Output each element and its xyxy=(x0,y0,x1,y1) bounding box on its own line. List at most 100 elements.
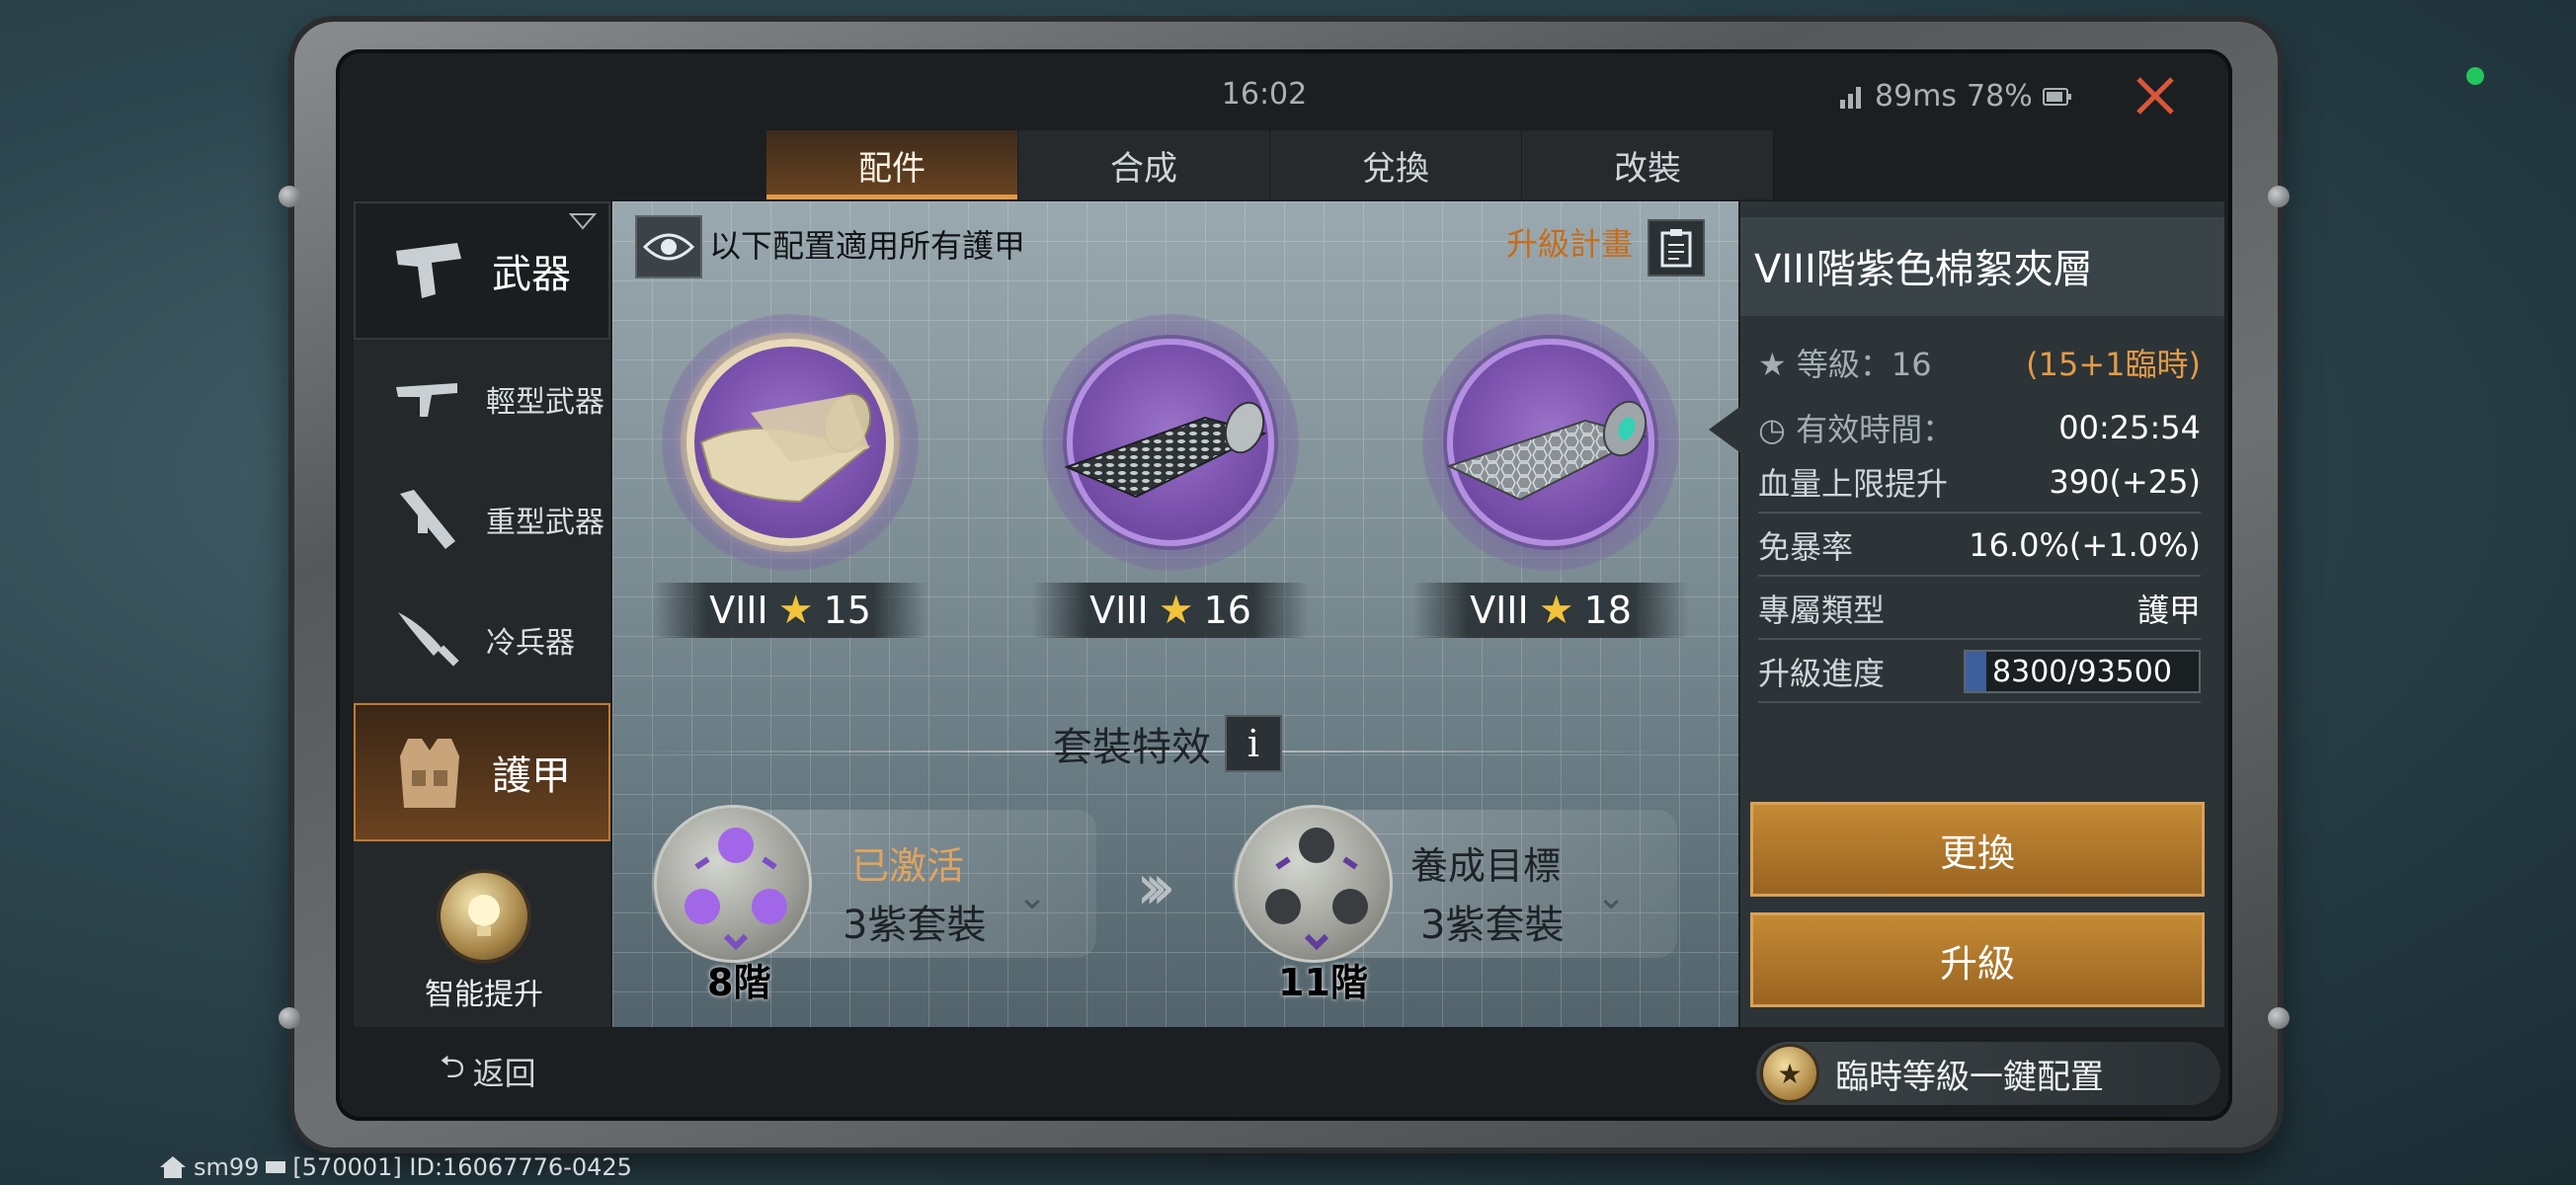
set-target-state: 養成目標 xyxy=(1410,844,1562,888)
set-target-name: 3紫套裝 xyxy=(1420,903,1565,948)
config-info-text: 以下配置適用所有護甲 xyxy=(709,227,1026,265)
accessory-slot[interactable]: VIII ★ 18 xyxy=(1403,314,1699,650)
chevron-down-icon[interactable]: ⌄ xyxy=(1017,877,1047,917)
stat-row-progress: 升級進度 8300/93500 xyxy=(1758,642,2201,703)
mesh-roll-icon xyxy=(1064,401,1267,499)
accessory-slot[interactable]: VIII ★ 15 xyxy=(642,314,938,650)
status-time: 16:02 xyxy=(1221,77,1308,112)
silk-roll-icon xyxy=(699,392,872,504)
progress-fill xyxy=(1966,652,1986,691)
tier-text: VIII xyxy=(709,589,768,632)
tier-text: VIII xyxy=(1470,589,1529,632)
star-count: 16 xyxy=(1203,589,1251,632)
frame-rivet xyxy=(279,1007,300,1029)
sidebar-item-weapons[interactable]: 武器 xyxy=(354,201,610,340)
stat-row-hp: 血量上限提升 390(+25) xyxy=(1758,452,2201,514)
launcher-icon xyxy=(383,480,472,559)
signal-icon xyxy=(1840,86,1861,109)
player-id: [570001] ID:16067776-0425 xyxy=(292,1153,632,1181)
knife-icon xyxy=(383,600,472,679)
smart-upgrade-button[interactable]: 智能提升 xyxy=(395,869,573,1013)
tab-accessories[interactable]: 配件 xyxy=(766,130,1018,199)
sidebar-item-label: 輕型武器 xyxy=(486,385,604,420)
tab-exchange[interactable]: 兌換 xyxy=(1270,130,1522,199)
player-name: sm99 xyxy=(194,1153,260,1181)
sidebar-item-label: 武器 xyxy=(492,252,571,297)
return-arrow-icon: ⮌ xyxy=(440,1048,465,1085)
stat-row-time: ◷ 有效時間： 00:25:54 xyxy=(1758,397,2201,458)
accessory-slot[interactable]: VIII ★ 16 xyxy=(1022,314,1319,650)
player-id-footer: sm99 [570001] ID:16067776-0425 xyxy=(158,1153,632,1181)
battery-icon xyxy=(2042,87,2071,106)
frame-rivet xyxy=(2268,186,2290,207)
battery-text: 78% xyxy=(1967,79,2033,114)
ping-text: 89ms xyxy=(1875,79,1958,114)
vest-icon xyxy=(385,733,474,812)
stat-row-type: 專屬類型 護甲 xyxy=(1758,579,2201,640)
stat-key: 專屬類型 xyxy=(1758,592,1886,629)
stat-key: 升級進度 xyxy=(1758,655,1886,692)
stat-key: ★ 等級：16 xyxy=(1758,346,1932,383)
stat-value: 16.0%(+1.0%) xyxy=(1969,526,2201,564)
quick-config-label: 臨時等級一鍵配置 xyxy=(1835,1057,2104,1097)
slot-label: VIII ★ 18 xyxy=(1412,583,1689,638)
close-button[interactable] xyxy=(2129,69,2182,122)
house-icon xyxy=(160,1156,186,1178)
star-icon: ★ xyxy=(1758,346,1797,383)
sidebar-item-melee[interactable]: 冷兵器 xyxy=(354,581,610,699)
sidebar-item-label: 重型武器 xyxy=(486,506,604,540)
tab-modify[interactable]: 改裝 xyxy=(1522,130,1774,199)
stat-row-level: ★ 等級：16 (15+1臨時) xyxy=(1758,332,2201,393)
back-button[interactable]: ⮌ 返回 xyxy=(440,1045,536,1098)
star-badge-icon: ★ xyxy=(1760,1044,1819,1103)
set-target-disk xyxy=(1235,805,1393,963)
set-info-button[interactable]: i xyxy=(1225,715,1282,772)
upgrade-button[interactable]: 升級 xyxy=(1750,912,2205,1007)
set-current-name: 3紫套裝 xyxy=(843,903,987,948)
set-current-disk xyxy=(654,805,812,963)
card-icon xyxy=(266,1161,286,1173)
set-slots-icon xyxy=(1265,828,1368,951)
smart-upgrade-label: 智能提升 xyxy=(425,978,543,1012)
pistol-icon xyxy=(385,231,474,310)
item-title: VIII階紫色棉絮夾層 xyxy=(1754,247,2093,292)
stat-row-crit: 免暴率 16.0%(+1.0%) xyxy=(1758,515,2201,577)
set-slots-icon xyxy=(684,828,787,951)
progress-text: 8300/93500 xyxy=(1992,654,2172,689)
sidebar-item-label: 護甲 xyxy=(492,753,571,799)
stat-value: (15+1臨時) xyxy=(2026,346,2201,383)
sidebar-item-armor[interactable]: 護甲 xyxy=(354,703,610,841)
stat-key: 血量上限提升 xyxy=(1758,465,1949,503)
star-icon: ★ xyxy=(1158,588,1194,633)
upgrade-plan-label[interactable]: 升級計畫 xyxy=(1506,219,1633,265)
tab-bar: 配件 合成 兌換 改裝 xyxy=(766,130,1774,199)
clipboard-icon xyxy=(1660,229,1692,268)
close-icon xyxy=(2136,77,2174,115)
stat-value: 護甲 xyxy=(2136,592,2201,629)
set-target-level: 11階 xyxy=(1278,961,1368,1004)
stat-value: 390(+25) xyxy=(2049,463,2201,501)
tier-text: VIII xyxy=(1089,589,1149,632)
lightbulb-icon xyxy=(437,869,531,964)
arrow-right-icon: ››› xyxy=(1136,851,1176,924)
chevron-down-icon[interactable]: ⌄ xyxy=(1596,877,1626,917)
tab-synthesis[interactable]: 合成 xyxy=(1018,130,1270,199)
sidebar-item-light-weapons[interactable]: 輕型武器 xyxy=(354,340,610,458)
pointer-arrow-icon xyxy=(1709,405,1742,454)
hex-roll-icon xyxy=(1446,400,1648,502)
star-count: 18 xyxy=(1583,589,1632,632)
slot-label: VIII ★ 16 xyxy=(1032,583,1309,638)
eye-icon xyxy=(643,233,694,261)
star-icon: ★ xyxy=(777,588,814,633)
stat-value: 00:25:54 xyxy=(2058,409,2201,446)
replace-button[interactable]: 更換 xyxy=(1750,802,2205,897)
slot-label: VIII ★ 15 xyxy=(652,583,928,638)
sidebar-item-heavy-weapons[interactable]: 重型武器 xyxy=(354,460,610,579)
upgrade-progress-bar: 8300/93500 xyxy=(1964,650,2201,693)
eye-toggle-button[interactable] xyxy=(635,215,702,278)
back-label: 返回 xyxy=(472,1055,536,1092)
set-effect-title: 套裝特效 xyxy=(1053,725,1211,770)
upgrade-plan-button[interactable] xyxy=(1648,219,1705,276)
quick-config-button[interactable]: ★ 臨時等級一鍵配置 xyxy=(1756,1042,2220,1105)
set-current-level: 8階 xyxy=(707,961,771,1004)
